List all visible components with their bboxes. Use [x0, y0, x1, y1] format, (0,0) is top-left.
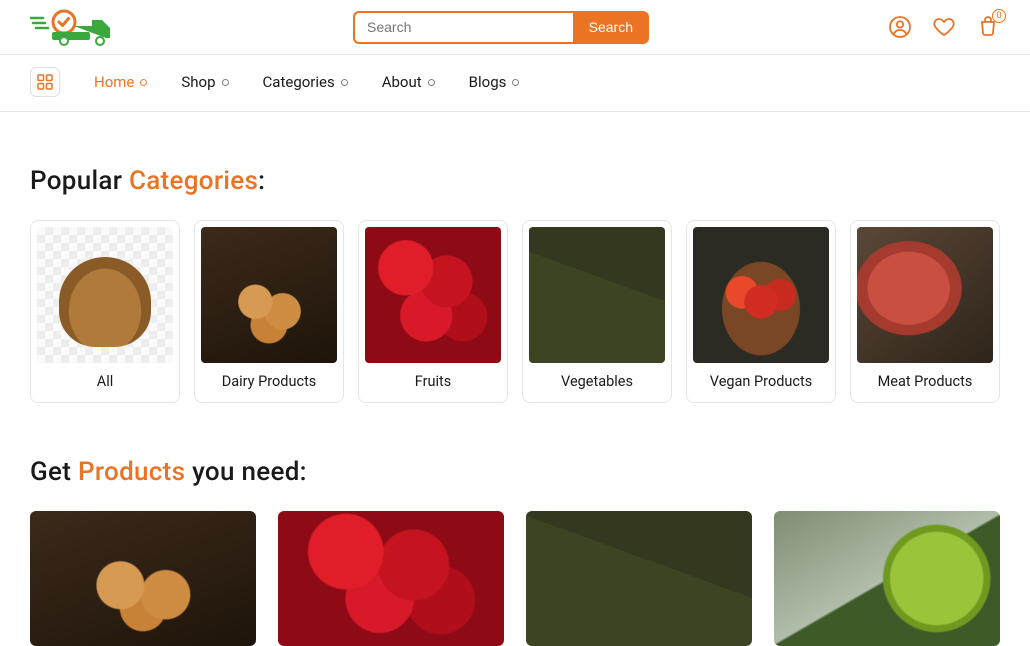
- wishlist-icon[interactable]: [932, 15, 956, 39]
- nav-item-label: Home: [94, 73, 134, 91]
- category-card[interactable]: Fruits: [358, 220, 508, 403]
- search-input[interactable]: [353, 11, 573, 44]
- chevron-down-icon: [341, 79, 348, 86]
- category-grid: All Dairy Products Fruits Vegetables Vegan P…: [30, 220, 1000, 403]
- chevron-down-icon: [140, 79, 147, 86]
- product-grid: [30, 511, 1000, 646]
- nav-item-categories[interactable]: Categories: [263, 73, 348, 91]
- product-card[interactable]: [278, 511, 504, 646]
- category-thumb: [857, 227, 993, 363]
- popular-categories-heading: Popular Categories:: [30, 166, 1000, 196]
- nav-item-label: Shop: [181, 73, 215, 91]
- header-actions: 0: [888, 15, 1000, 39]
- main-content: Popular Categories: All Dairy Products Fru…: [0, 166, 1030, 646]
- grid-icon: [37, 74, 53, 90]
- category-label: Vegan Products: [693, 373, 829, 390]
- category-label: Vegetables: [529, 373, 665, 390]
- category-card[interactable]: Vegetables: [522, 220, 672, 403]
- get-products-heading: Get Products you need:: [30, 457, 1000, 487]
- nav-item-label: Blogs: [469, 73, 507, 91]
- navbar: Home Shop Categories About Blogs: [0, 55, 1030, 112]
- logo[interactable]: [30, 8, 114, 46]
- category-thumb: [693, 227, 829, 363]
- category-thumb: [37, 227, 173, 363]
- search-button[interactable]: Search: [573, 11, 649, 44]
- category-label: Fruits: [365, 373, 501, 390]
- category-card[interactable]: Vegan Products: [686, 220, 836, 403]
- account-icon[interactable]: [888, 15, 912, 39]
- search-bar: Search: [353, 11, 649, 44]
- category-thumb: [201, 227, 337, 363]
- category-card[interactable]: Meat Products: [850, 220, 1000, 403]
- chevron-down-icon: [222, 79, 229, 86]
- nav-item-label: Categories: [263, 73, 335, 91]
- category-thumb: [529, 227, 665, 363]
- cart-icon[interactable]: 0: [976, 15, 1000, 39]
- category-thumb: [365, 227, 501, 363]
- category-card[interactable]: Dairy Products: [194, 220, 344, 403]
- product-card[interactable]: [526, 511, 752, 646]
- nav-item-label: About: [382, 73, 422, 91]
- category-label: Meat Products: [857, 373, 993, 390]
- cart-badge: 0: [992, 9, 1006, 23]
- product-card[interactable]: [774, 511, 1000, 646]
- category-label: Dairy Products: [201, 373, 337, 390]
- nav-item-home[interactable]: Home: [94, 73, 147, 91]
- nav-item-blogs[interactable]: Blogs: [469, 73, 520, 91]
- product-card[interactable]: [30, 511, 256, 646]
- chevron-down-icon: [512, 79, 519, 86]
- category-card[interactable]: All: [30, 220, 180, 403]
- grid-menu-button[interactable]: [30, 67, 60, 97]
- nav-item-shop[interactable]: Shop: [181, 73, 228, 91]
- nav-item-about[interactable]: About: [382, 73, 435, 91]
- header-top: Search 0: [0, 0, 1030, 55]
- logo-truck-icon: [30, 8, 114, 46]
- chevron-down-icon: [428, 79, 435, 86]
- category-label: All: [37, 373, 173, 390]
